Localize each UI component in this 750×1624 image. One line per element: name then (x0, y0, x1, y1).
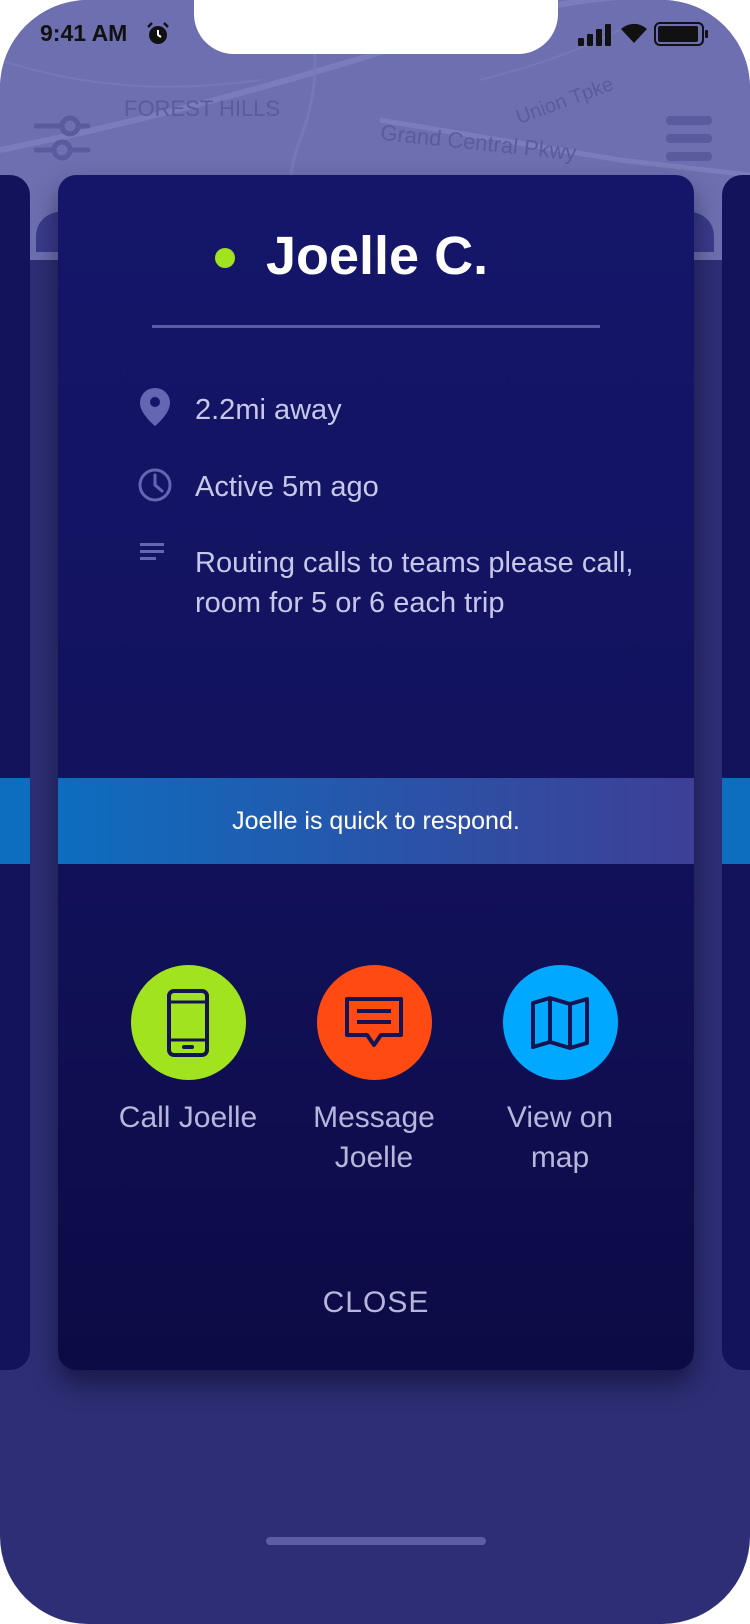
phone-screen: FOREST HILLS Grand Central Pkwy Union Tp… (0, 0, 750, 1624)
last-active-text: Active 5m ago (195, 471, 379, 503)
alarm-icon (147, 22, 169, 44)
contact-name: Joelle C. (266, 226, 489, 286)
note-text: Routing calls to teams please call, room… (195, 547, 634, 619)
note-icon (140, 543, 164, 560)
message-button-circle[interactable] (316, 965, 432, 1080)
status-time: 9:41 AM (40, 20, 128, 46)
online-status-dot (215, 248, 235, 268)
wifi-icon (621, 23, 647, 43)
call-button[interactable]: Call Joelle (108, 965, 268, 1138)
view-on-map-button[interactable]: View on map (480, 965, 640, 1178)
phone-icon (167, 988, 209, 1057)
view-on-map-button-circle[interactable] (502, 965, 618, 1080)
close-button[interactable]: CLOSE (276, 1275, 476, 1331)
previous-card[interactable] (0, 175, 30, 1370)
distance-text: 2.2mi away (195, 394, 342, 426)
next-card-banner (722, 778, 750, 864)
signal-icon (578, 24, 611, 46)
notch (194, 0, 558, 54)
battery-icon (654, 22, 708, 46)
message-icon (345, 996, 403, 1047)
next-card[interactable] (722, 175, 750, 1370)
response-banner: Joelle is quick to respond. (58, 778, 694, 864)
previous-card-banner (0, 778, 30, 864)
call-button-label: Call Joelle (118, 1101, 258, 1134)
response-banner-text: Joelle is quick to respond. (232, 806, 520, 835)
filter-icon[interactable] (34, 112, 90, 164)
call-button-circle[interactable] (130, 965, 246, 1080)
clock-icon (138, 468, 172, 502)
location-pin-icon (140, 388, 170, 426)
contact-card: Joelle C. 2.2mi away Active 5m ago Routi… (58, 175, 694, 1370)
view-on-map-label: View on map (506, 1101, 614, 1174)
map-label-neighborhood: FOREST HILLS (124, 96, 281, 121)
map-icon (531, 995, 589, 1050)
home-indicator[interactable] (266, 1537, 486, 1545)
menu-icon[interactable] (666, 116, 714, 164)
message-button[interactable]: Message Joelle (294, 965, 454, 1178)
message-button-label: Message Joelle (313, 1101, 435, 1174)
divider (152, 325, 600, 328)
